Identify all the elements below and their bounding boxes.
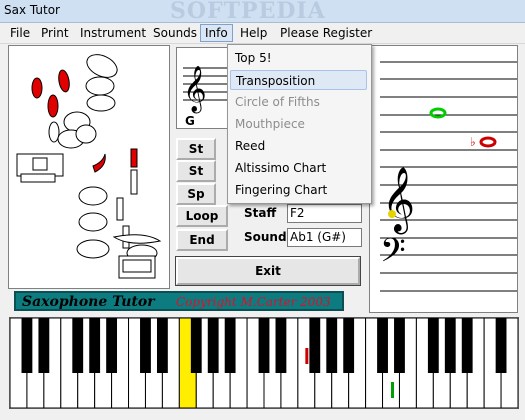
- menu-info[interactable]: Info: [200, 24, 233, 42]
- black-key[interactable]: [394, 318, 405, 373]
- black-key[interactable]: [207, 318, 219, 373]
- black-key[interactable]: [258, 318, 270, 373]
- info-dropdown-menu: Top 5! Transposition Circle of Fifths Mo…: [227, 44, 372, 204]
- black-key[interactable]: [343, 318, 355, 373]
- exit-button[interactable]: Exit: [175, 256, 361, 286]
- piano-keys[interactable]: [9, 317, 519, 409]
- staff-field[interactable]: F2: [287, 204, 362, 223]
- sax-fingering-panel: [8, 45, 170, 289]
- menu-please-register[interactable]: Please Register: [276, 25, 376, 41]
- menu-instrument[interactable]: Instrument: [76, 25, 150, 41]
- menu-item-top-5[interactable]: Top 5!: [230, 48, 367, 68]
- sound-label: Sound: [244, 230, 287, 244]
- menu-item-reed[interactable]: Reed: [230, 136, 367, 156]
- bass-clef-icon: 𝄢: [380, 232, 406, 278]
- speed-button[interactable]: Sp: [176, 183, 216, 205]
- banner-title: Saxophone Tutor: [22, 294, 155, 310]
- key-marker-red: [305, 348, 309, 364]
- treble-clef-icon: 𝄞: [382, 167, 415, 234]
- banner: Saxophone Tutor Copyright M.Carter 2003: [14, 291, 344, 311]
- menu-item-mouthpiece: Mouthpiece: [235, 117, 305, 131]
- menu-sounds[interactable]: Sounds: [149, 25, 201, 41]
- menu-file[interactable]: File: [6, 25, 34, 41]
- black-key[interactable]: [72, 318, 84, 373]
- start-button[interactable]: St: [176, 138, 216, 160]
- menu-item-transposition[interactable]: Transposition: [230, 70, 367, 90]
- black-key[interactable]: [190, 318, 202, 373]
- menu-item-fingering-chart[interactable]: Fingering Chart: [230, 180, 367, 200]
- note-red: [479, 136, 497, 148]
- note-green: [429, 107, 447, 119]
- black-key[interactable]: [461, 318, 473, 373]
- black-key[interactable]: [21, 318, 33, 373]
- flat-sign: ♭: [470, 135, 476, 149]
- black-key[interactable]: [275, 318, 287, 373]
- step-button[interactable]: St: [176, 160, 216, 182]
- sound-field[interactable]: Ab1 (G#): [287, 228, 362, 247]
- black-key[interactable]: [309, 318, 321, 373]
- loop-button[interactable]: Loop: [176, 205, 228, 227]
- sax-keys-diagram[interactable]: [9, 46, 169, 288]
- black-key[interactable]: [427, 318, 439, 373]
- black-key[interactable]: [106, 318, 118, 373]
- window-title: Sax Tutor: [4, 3, 60, 17]
- svg-text:𝄞: 𝄞: [183, 66, 207, 114]
- grand-staff: 𝄞 𝄢 ♭: [380, 61, 517, 292]
- black-key[interactable]: [377, 318, 388, 373]
- menu-item-circle-of-fifths: Circle of Fifths: [235, 95, 320, 109]
- menu-item-altissimo-chart[interactable]: Altissimo Chart: [230, 158, 367, 178]
- black-key[interactable]: [495, 318, 507, 373]
- menu-bar: File Print Instrument Sounds Info Help P…: [0, 23, 525, 44]
- clef-label: G: [185, 114, 195, 128]
- black-key[interactable]: [326, 318, 338, 373]
- music-staff-panel: 𝄞 𝄢 ♭: [369, 45, 518, 313]
- black-key[interactable]: [89, 318, 101, 373]
- note-marker-yellow: [388, 210, 396, 218]
- black-key[interactable]: [140, 318, 151, 373]
- black-key[interactable]: [444, 318, 456, 373]
- menu-help[interactable]: Help: [236, 25, 271, 41]
- end-button[interactable]: End: [176, 229, 228, 251]
- key-marker-green: [391, 382, 394, 398]
- staff-label: Staff: [244, 206, 277, 220]
- banner-copyright: Copyright M.Carter 2003: [176, 295, 331, 309]
- black-key[interactable]: [156, 318, 168, 373]
- piano-keyboard[interactable]: [9, 317, 519, 409]
- watermark: SOFTPEDIA: [170, 0, 326, 24]
- black-key[interactable]: [224, 318, 236, 373]
- black-key[interactable]: [38, 318, 50, 373]
- menu-print[interactable]: Print: [37, 25, 73, 41]
